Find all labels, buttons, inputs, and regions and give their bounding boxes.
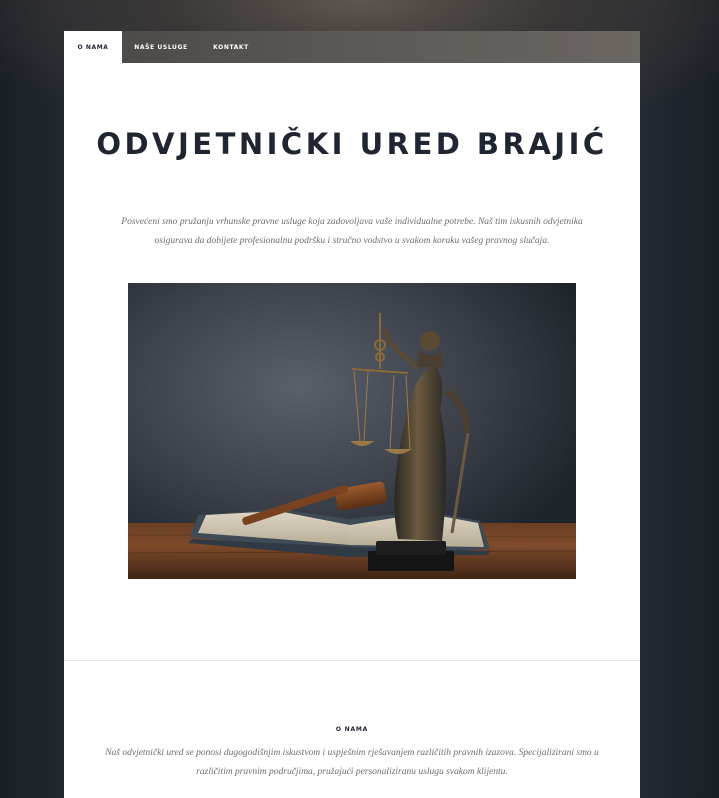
nav-item-nase-usluge[interactable]: NAŠE USLUGE [122, 31, 200, 63]
section-divider [64, 660, 640, 661]
main-nav: O NAMA NAŠE USLUGE KONTAKT [64, 31, 640, 63]
about-text: Naš odvjetnički ured se ponosi dugogodiš… [105, 748, 599, 777]
page-title: ODVJETNIČKI URED BRAJIĆ [96, 127, 608, 161]
about-section-label: O NAMA [335, 726, 369, 733]
hero-image [128, 283, 576, 579]
lady-justice-image [128, 283, 576, 579]
nav-item-kontakt[interactable]: KONTAKT [200, 31, 262, 63]
nav-item-o-nama[interactable]: O NAMA [64, 31, 122, 63]
intro-text: Posvećeni smo pružanju vrhunske pravne u… [121, 217, 583, 246]
page-container: O NAMA NAŠE USLUGE KONTAKT ODVJETNIČKI U… [64, 31, 640, 798]
